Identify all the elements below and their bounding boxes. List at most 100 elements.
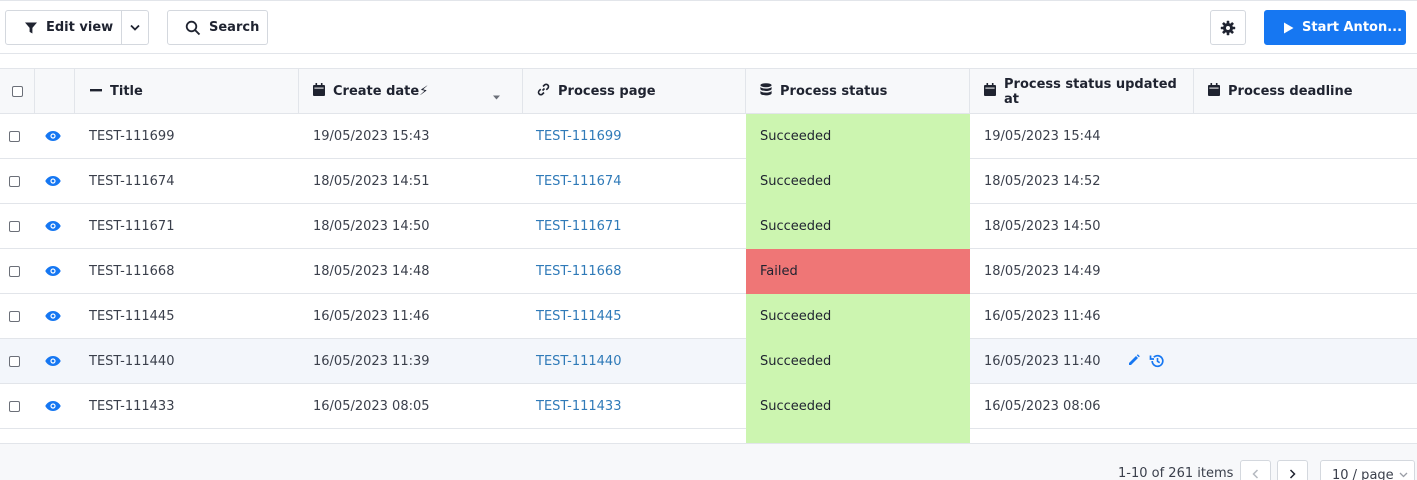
history-icon[interactable] <box>1149 353 1165 373</box>
process-status-cell: Succeeded <box>746 294 970 339</box>
header-process-status[interactable]: Process status <box>746 69 970 114</box>
row-checkbox[interactable] <box>9 310 20 322</box>
table-row[interactable]: TEST-111668 18/05/2023 14:48 TEST-111668… <box>0 249 1417 294</box>
status-updated-cell: 16/05/2023 11:40 <box>984 353 1101 369</box>
start-anton-button[interactable]: Start Anton... <box>1264 10 1406 45</box>
row-checkbox[interactable] <box>9 175 20 187</box>
search-icon <box>185 20 209 36</box>
page-size-select[interactable]: 10 / page <box>1320 460 1415 480</box>
header-process-page[interactable]: Process page <box>523 69 746 114</box>
link-icon <box>537 83 558 100</box>
row-checkbox-cell <box>9 114 20 158</box>
view-icon[interactable] <box>45 204 61 248</box>
status-updated-cell: 16/05/2023 08:06 <box>984 398 1101 414</box>
header-process-status-label: Process status <box>780 84 888 99</box>
table-header: Title Create date⚡ Process page Process … <box>0 69 1417 114</box>
header-title[interactable]: Title <box>75 69 299 114</box>
search-button[interactable]: Search <box>167 10 268 45</box>
view-icon[interactable] <box>45 294 61 338</box>
previous-page-button[interactable] <box>1240 460 1271 480</box>
status-updated-cell: 18/05/2023 14:49 <box>984 263 1101 279</box>
pencil-icon[interactable] <box>1127 353 1141 373</box>
view-icon[interactable] <box>45 159 61 203</box>
process-status-cell: Succeeded <box>746 339 970 384</box>
row-checkbox[interactable] <box>9 400 20 412</box>
table-row[interactable]: TEST-111671 18/05/2023 14:50 TEST-111671… <box>0 204 1417 249</box>
create-date-cell: 18/05/2023 14:48 <box>313 263 430 279</box>
status-updated-cell: 19/05/2023 15:44 <box>984 128 1101 144</box>
table-row-partial <box>0 429 1417 443</box>
filter-icon <box>24 21 46 35</box>
row-checkbox-cell <box>9 159 20 203</box>
view-icon[interactable] <box>45 249 61 293</box>
status-updated-cell: 16/05/2023 11:46 <box>984 308 1101 324</box>
status-updated-cell: 18/05/2023 14:50 <box>984 218 1101 234</box>
process-status-cell: Failed <box>746 249 970 294</box>
title-cell: TEST-111671 <box>89 218 175 234</box>
chevron-left-icon <box>1252 468 1259 480</box>
pagination-bar: 1-10 of 261 items 10 / page <box>0 443 1417 480</box>
row-checkbox-cell <box>9 339 20 383</box>
calendar-icon <box>984 83 1004 100</box>
header-select-cell <box>0 69 35 114</box>
process-status-cell: Succeeded <box>746 204 970 249</box>
process-page-link[interactable]: TEST-111445 <box>536 294 621 338</box>
create-date-cell: 16/05/2023 08:05 <box>313 398 430 414</box>
process-status-cell: Succeeded <box>746 159 970 204</box>
header-process-page-label: Process page <box>558 84 656 99</box>
row-checkbox-cell <box>9 384 20 428</box>
row-checkbox[interactable] <box>9 130 20 142</box>
process-page-link[interactable]: TEST-111671 <box>536 204 621 248</box>
title-cell: TEST-111699 <box>89 128 175 144</box>
create-date-cell: 18/05/2023 14:50 <box>313 218 430 234</box>
edit-view-dropdown-button[interactable] <box>122 11 148 44</box>
row-checkbox[interactable] <box>9 355 20 367</box>
next-page-button[interactable] <box>1277 460 1308 480</box>
table-row[interactable]: TEST-111674 18/05/2023 14:51 TEST-111674… <box>0 159 1417 204</box>
process-page-link[interactable]: TEST-111674 <box>536 159 621 203</box>
table-row[interactable]: TEST-111440 16/05/2023 11:39 TEST-111440… <box>0 339 1417 384</box>
pagination-info: 1-10 of 261 items <box>1118 466 1234 480</box>
play-icon <box>1283 22 1302 34</box>
title-cell: TEST-111433 <box>89 398 175 414</box>
header-create-date-label: Create date⚡ <box>333 84 429 99</box>
sort-down-icon[interactable] <box>493 89 508 104</box>
edit-view-button-group: Edit view <box>5 10 149 45</box>
row-checkbox[interactable] <box>9 220 20 232</box>
chevron-down-icon <box>130 24 140 31</box>
view-icon[interactable] <box>45 339 61 383</box>
header-process-deadline[interactable]: Process deadline <box>1194 69 1417 114</box>
page-size-value: 10 / page <box>1332 467 1394 480</box>
table-row[interactable]: TEST-111433 16/05/2023 08:05 TEST-111433… <box>0 384 1417 429</box>
select-all-checkbox[interactable] <box>11 86 23 97</box>
edit-view-button[interactable]: Edit view <box>6 11 122 44</box>
process-page-link[interactable]: TEST-111440 <box>536 339 621 383</box>
chevron-right-icon <box>1289 468 1296 480</box>
process-status-cell <box>746 429 970 443</box>
row-checkbox-cell <box>9 204 20 248</box>
view-icon[interactable] <box>45 384 61 428</box>
process-page-link[interactable]: TEST-111433 <box>536 384 621 428</box>
title-cell: TEST-111440 <box>89 353 175 369</box>
search-label: Search <box>209 20 260 35</box>
title-cell: TEST-111668 <box>89 263 175 279</box>
calendar-icon <box>313 83 333 100</box>
minus-icon <box>90 84 110 100</box>
table-row[interactable]: TEST-111699 19/05/2023 15:43 TEST-111699… <box>0 114 1417 159</box>
header-status-updated-label: Process status updated at <box>1004 76 1177 107</box>
header-status-updated[interactable]: Process status updated at <box>970 69 1194 114</box>
create-date-cell: 16/05/2023 11:39 <box>313 353 430 369</box>
settings-button[interactable] <box>1210 10 1246 45</box>
row-checkbox-cell <box>9 294 20 338</box>
row-checkbox[interactable] <box>9 265 20 277</box>
process-page-link[interactable]: TEST-111699 <box>536 114 621 158</box>
table-row[interactable]: TEST-111445 16/05/2023 11:46 TEST-111445… <box>0 294 1417 339</box>
gear-icon <box>1220 20 1236 36</box>
process-page-link[interactable]: TEST-111668 <box>536 249 621 293</box>
header-process-deadline-label: Process deadline <box>1228 84 1353 99</box>
header-view-cell <box>35 69 75 114</box>
header-create-date[interactable]: Create date⚡ <box>299 69 523 114</box>
process-table: Title Create date⚡ Process page Process … <box>0 68 1417 443</box>
database-icon <box>760 83 780 100</box>
view-icon[interactable] <box>45 114 61 158</box>
